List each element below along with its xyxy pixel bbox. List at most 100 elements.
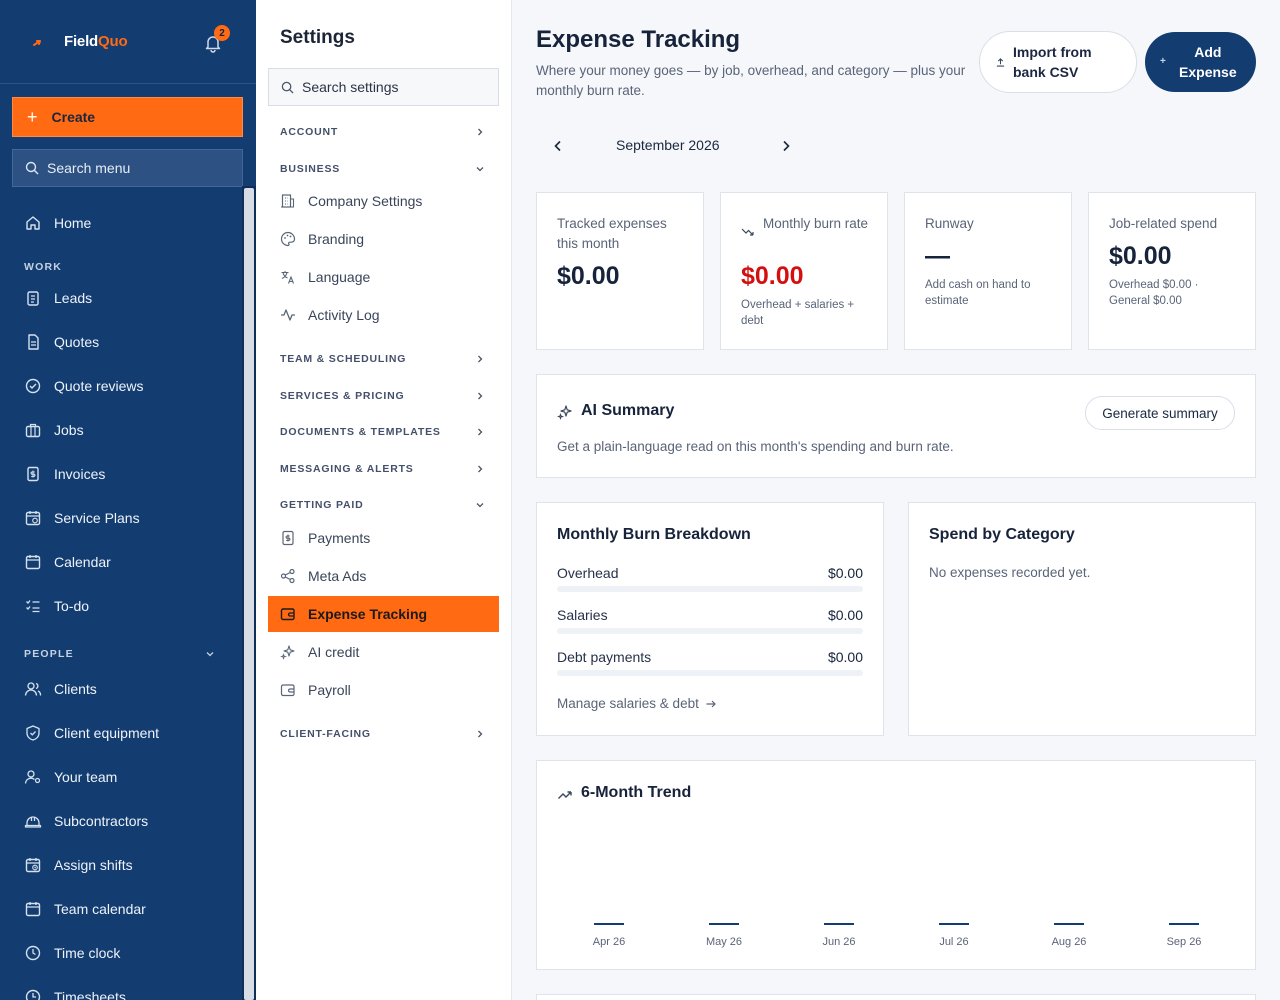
kpi-runway-label: Runway [925,216,974,231]
kpi-runway-card: Runway — Add cash on hand to estimate [904,192,1072,350]
trend-tick-label: Jul 26 [939,936,968,948]
nav-item-subcontractors[interactable]: Subcontractors [24,811,148,831]
kpi-burn-value: $0.00 [741,262,804,290]
nav-label-invoices: Invoices [54,466,106,482]
trend-tick-label: May 26 [706,936,742,948]
kpi-job-note: Overhead $0.00 · General $0.00 [1109,279,1199,307]
trend-tick-label: Jun 26 [822,936,855,948]
settings-group-messaging[interactable]: MESSAGING & ALERTS [280,463,414,475]
settings-group-client-facing[interactable]: CLIENT-FACING [280,728,371,740]
page-title: Expense Tracking [536,26,741,53]
chevron-right-icon[interactable] [778,138,794,154]
settings-item-ai-credit[interactable]: AI credit [280,642,359,662]
nav-item-quote-reviews[interactable]: Quote reviews [24,376,143,396]
chevron-right-icon[interactable] [474,463,486,475]
generate-summary-button[interactable]: Generate summary [1085,396,1235,430]
settings-search-input[interactable]: Search settings [268,68,499,106]
chevron-down-icon[interactable] [204,648,216,660]
ai-summary-description: Get a plain-language read on this month'… [557,439,954,454]
trend-card: 6-Month Trend Apr 26 May 26 Jun 26 Jul 26 Au… [536,760,1256,970]
chevron-right-icon[interactable] [474,426,486,438]
settings-group-business[interactable]: BUSINESS [280,163,340,175]
clock-icon [25,945,41,961]
nav-item-jobs[interactable]: Jobs [24,420,84,440]
import-label: Import from bank CSV [1013,44,1092,80]
wallet-icon [280,608,295,621]
nav-scrollbar-thumb[interactable] [244,188,254,1000]
nav-item-time-clock[interactable]: Time clock [24,943,120,963]
settings-group-team[interactable]: TEAM & SCHEDULING [280,353,406,365]
wallet-icon [280,684,295,697]
chevron-left-icon[interactable] [550,138,566,154]
settings-label-activity-log: Activity Log [308,307,380,323]
create-label: Create [51,109,96,125]
settings-item-meta-ads[interactable]: Meta Ads [280,566,366,586]
import-csv-button[interactable]: Import from bank CSV [979,31,1137,93]
burn-row-name: Debt payments [557,649,652,665]
settings-item-activity-log[interactable]: Activity Log [280,305,380,325]
nav-item-calendar[interactable]: Calendar [24,552,111,572]
nav-item-client-equipment[interactable]: Client equipment [24,723,159,743]
settings-group-services[interactable]: SERVICES & PRICING [280,390,404,402]
nav-item-your-team[interactable]: Your team [24,767,117,787]
settings-group-getting-paid[interactable]: GETTING PAID [280,499,364,511]
add-expense-button[interactable]: + Add Expense [1145,32,1256,92]
nav-item-leads[interactable]: Leads [24,288,92,308]
chevron-right-icon[interactable] [474,353,486,365]
kpi-job-label: Job-related spend [1109,216,1218,231]
nav-scrollbar[interactable] [242,186,256,1000]
nav-item-todo[interactable]: To-do [24,596,89,616]
nav-search-input[interactable]: Search menu [12,149,243,187]
arrow-right-icon [706,700,716,707]
kpi-tracked-card: Tracked expenses this month $0.00 [536,192,704,350]
trending-down-icon [741,228,754,236]
calendar-clock-icon [25,858,41,873]
nav-label-calendar: Calendar [54,554,111,570]
kpi-runway-value: — [925,242,950,270]
settings-item-language[interactable]: Language [280,267,370,287]
nav-item-team-calendar[interactable]: Team calendar [24,899,146,919]
burn-row-amount: $0.00 [827,607,863,623]
nav-item-invoices[interactable]: Invoices [24,464,105,484]
nav-label-your-team: Your team [54,769,118,785]
add-expense-label: Add Expense [1179,44,1237,80]
settings-item-expense-tracking[interactable]: Expense Tracking [268,596,499,632]
brand-name[interactable]: FieldQuo [64,33,128,50]
nav-label-subcontractors: Subcontractors [54,813,149,829]
nav-item-service-plans[interactable]: Service Plans [24,508,140,528]
settings-item-payments[interactable]: Payments [280,528,370,548]
settings-item-company[interactable]: Company Settings [280,191,422,211]
chevron-down-icon[interactable] [474,163,486,175]
nav-item-assign-shifts[interactable]: Assign shifts [24,855,133,875]
nav-section-work: WORK [24,261,63,273]
burn-row-bar [557,628,863,634]
chevron-right-icon[interactable] [474,728,486,740]
nav-item-quotes[interactable]: Quotes [24,332,99,352]
kpi-job-card: Job-related spend $0.00 Overhead $0.00 ·… [1088,192,1256,350]
spend-category-card: Spend by Category No expenses recorded y… [908,502,1256,736]
nav-item-clients[interactable]: Clients [24,679,97,699]
notification-badge: 2 [214,25,230,41]
settings-group-account[interactable]: ACCOUNT [280,126,338,138]
plus-icon: + [1160,56,1166,67]
users-icon [24,682,42,696]
nav-item-home[interactable]: Home [24,213,91,233]
spend-category-title: Spend by Category [929,526,1075,543]
manage-salaries-link[interactable]: Manage salaries & debt [557,696,717,711]
chevron-right-icon[interactable] [474,390,486,402]
nav-item-timesheets[interactable]: Timesheets [24,987,126,1000]
search-icon [25,161,39,175]
settings-label-meta-ads: Meta Ads [308,568,367,584]
translate-icon [281,271,295,284]
kpi-job-value: $0.00 [1109,242,1172,270]
settings-item-payroll[interactable]: Payroll [280,680,351,700]
hard-hat-icon [24,816,42,828]
settings-item-branding[interactable]: Branding [280,229,364,249]
settings-group-documents[interactable]: DOCUMENTS & TEMPLATES [280,426,441,438]
create-button[interactable]: + Create [12,97,243,137]
kpi-tracked-label: Tracked expenses this month [557,216,667,251]
burn-breakdown-card: Monthly Burn Breakdown Overhead $0.00 Sa… [536,502,884,736]
chevron-right-icon[interactable] [474,126,486,138]
chevron-down-icon[interactable] [474,499,486,511]
page-subtitle: Where your money goes — by job, overhead… [536,63,966,98]
